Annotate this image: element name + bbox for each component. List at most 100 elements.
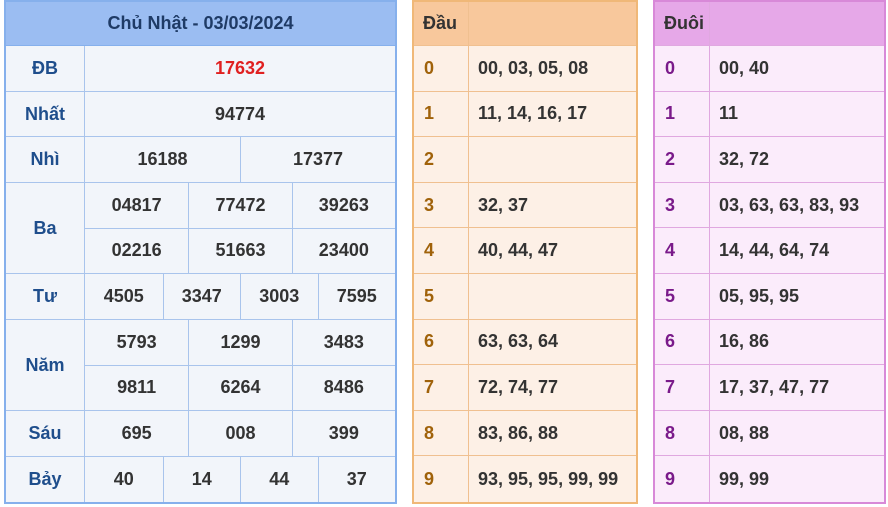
prize-number: 3483 <box>291 320 395 365</box>
head-digit-table: Đầu 0 00, 03, 05, 08 1 11, 14, 16, 17 2 33… <box>412 0 638 504</box>
prize-number: 44 <box>240 457 318 502</box>
digit-values: 00, 03, 05, 08 <box>478 57 589 78</box>
digit-key: 4 <box>655 228 710 273</box>
digit-values <box>469 274 636 319</box>
table-row: 1 11 <box>655 91 884 138</box>
prize-number: 02216 <box>111 240 162 261</box>
digit-key: 7 <box>414 365 469 410</box>
prize-row-first: Nhất 94774 <box>6 92 395 137</box>
digit-key: 3 <box>655 182 710 228</box>
digit-values: 14, 44, 64, 74 <box>719 240 830 261</box>
digit-key: 5 <box>414 273 469 319</box>
digit-key: 0 <box>655 46 710 91</box>
table-header-row: Đuôi <box>655 2 884 46</box>
digit-key: 0 <box>414 46 469 91</box>
digit-key: 1 <box>655 91 710 137</box>
prize-number: 94774 <box>214 103 266 124</box>
prize-number: 6264 <box>188 365 291 410</box>
digit-key: 2 <box>414 137 469 182</box>
digit-values: 32, 72 <box>719 148 770 169</box>
prize-number: 17632 <box>214 58 266 78</box>
head-column-header: Đầu <box>414 2 469 45</box>
table-row: 0 00, 40 <box>655 46 884 92</box>
digit-values: 11 <box>719 103 739 124</box>
prize-number: 4505 <box>103 286 144 306</box>
prize-number: 77472 <box>188 183 291 228</box>
table-row: 5 05, 95, 95 <box>655 273 884 320</box>
digit-values: 11, 14, 16, 17 <box>478 103 588 124</box>
digit-values: 93, 95, 95, 99, 99 <box>478 468 619 489</box>
digit-values: 08, 88 <box>719 422 770 443</box>
digit-key: 6 <box>414 319 469 365</box>
table-row: 7 17, 37, 47, 77 <box>655 365 884 411</box>
digit-values: 03, 63, 63, 83, 93 <box>719 194 860 215</box>
digit-key: 4 <box>414 228 469 273</box>
digit-values: 16, 86 <box>719 331 770 352</box>
prize-number: 695 <box>121 423 152 443</box>
tail-column-header: Đuôi <box>655 2 710 45</box>
digit-values: 00, 40 <box>719 57 770 78</box>
table-row: 4 40, 44, 47 <box>414 228 636 274</box>
prize-number: 008 <box>188 411 291 456</box>
prize-row-fourth: Tư 4505 3347 3003 7595 <box>6 274 395 320</box>
prize-row-third: Ba 04817 77472 39263 02216 51663 23400 <box>6 183 395 274</box>
table-row: 3 32, 37 <box>414 182 636 229</box>
prize-label: Bảy <box>6 457 85 502</box>
prize-row-fifth: Năm 5793 1299 3483 9811 6264 8486 <box>6 320 395 411</box>
prize-number: 399 <box>291 411 395 456</box>
prize-number: 3003 <box>240 274 318 319</box>
prize-row-sixth: Sáu 695 008 399 <box>6 411 395 457</box>
prize-number: 51663 <box>188 228 291 273</box>
digit-key: 3 <box>414 182 469 228</box>
prize-label: Sáu <box>6 411 85 456</box>
prize-number: 04817 <box>111 194 162 215</box>
table-row: 6 16, 86 <box>655 319 884 366</box>
prize-row-seventh: Bảy 40 14 44 37 <box>6 457 395 502</box>
table-row: 5 <box>414 273 636 320</box>
lottery-results-table: Chủ Nhật - 03/03/2024 ĐB 17632 Nhất 9477… <box>4 0 397 504</box>
digit-values: 83, 86, 88 <box>478 422 559 443</box>
prize-label: Nhất <box>6 92 85 136</box>
prize-number: 16188 <box>137 149 188 169</box>
digit-key: 6 <box>655 319 710 365</box>
digit-key: 1 <box>414 91 469 137</box>
prize-number: 14 <box>162 457 241 502</box>
digit-key: 9 <box>655 456 710 502</box>
table-row: 3 03, 63, 63, 83, 93 <box>655 182 884 229</box>
table-header-row: Đầu <box>414 2 636 46</box>
prize-number: 8486 <box>291 365 395 410</box>
table-row: 2 <box>414 137 636 183</box>
prize-label: Nhì <box>6 137 85 182</box>
digit-key: 7 <box>655 365 710 410</box>
prize-number: 40 <box>113 469 134 489</box>
prize-number: 9811 <box>117 377 157 398</box>
tail-digit-table: Đuôi 0 00, 40 1 11 2 32, 72 3 03, 63, 63, 83… <box>653 0 886 504</box>
table-row: 9 99, 99 <box>655 456 884 502</box>
digit-values <box>469 137 636 182</box>
digit-values: 40, 44, 47 <box>478 240 559 261</box>
digit-key: 8 <box>655 410 710 456</box>
prize-number: 17377 <box>240 137 395 182</box>
prize-number: 5793 <box>116 331 157 352</box>
digit-values: 99, 99 <box>719 468 770 489</box>
digit-values: 32, 37 <box>478 194 529 215</box>
table-row: 8 08, 88 <box>655 410 884 457</box>
prize-number: 7595 <box>317 274 396 319</box>
table-row: 4 14, 44, 64, 74 <box>655 228 884 274</box>
prize-number: 1299 <box>188 320 291 365</box>
digit-key: 8 <box>414 410 469 456</box>
results-date-title: Chủ Nhật - 03/03/2024 <box>6 2 395 46</box>
prize-label: Năm <box>6 320 85 410</box>
prize-number: 37 <box>317 457 396 502</box>
prize-label: Ba <box>6 183 85 273</box>
prize-label: ĐB <box>6 46 85 91</box>
table-row: 1 11, 14, 16, 17 <box>414 91 636 138</box>
table-row: 6 63, 63, 64 <box>414 319 636 366</box>
prize-label: Tư <box>6 274 85 319</box>
digit-key: 9 <box>414 456 469 502</box>
digit-values: 63, 63, 64 <box>478 331 559 352</box>
prize-number: 23400 <box>291 228 395 273</box>
digit-values: 05, 95, 95 <box>719 285 800 306</box>
table-row: 8 83, 86, 88 <box>414 410 636 457</box>
digit-values: 72, 74, 77 <box>478 376 559 397</box>
